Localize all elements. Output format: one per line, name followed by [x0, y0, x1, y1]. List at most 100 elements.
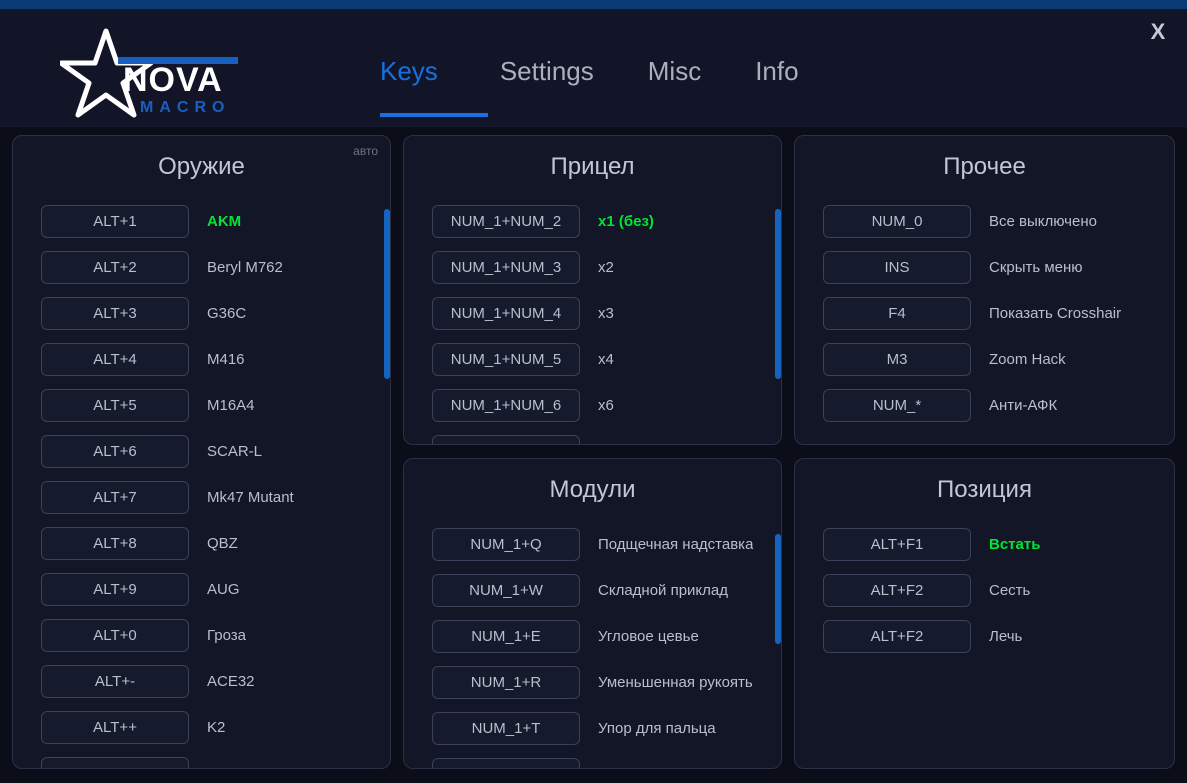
svg-text:MACRO: MACRO — [140, 99, 230, 116]
panel-title-position: Позиция — [795, 476, 1174, 504]
keybind-row: ALT+F1Встать — [823, 521, 1174, 567]
scrollbar-weapons[interactable] — [384, 209, 390, 379]
panel-title-other: Прочее — [795, 153, 1174, 181]
app-header: NOVA MACRO Keys Settings Misc Info X — [0, 9, 1187, 127]
keybind-row: NUM_* Анти-АФК — [823, 382, 1174, 428]
keybind-row: NUM_1+NUM_2x1 (без) — [432, 198, 781, 244]
keybind-label: ACE32 — [207, 673, 255, 690]
keybind-button[interactable]: NUM_1+E — [432, 620, 580, 653]
keybind-label: Mk47 Mutant — [207, 489, 294, 506]
keybind-row: NUM_1+NUM_3x2 — [432, 244, 781, 290]
keybind-button[interactable]: ALT+- — [41, 665, 189, 698]
keybind-button[interactable]: ALT+F1 — [823, 528, 971, 561]
keybind-button[interactable]: ALT+9 — [41, 573, 189, 606]
keybind-row: F4Показать Crosshair — [823, 290, 1174, 336]
keybind-button[interactable]: ALT+F2 — [823, 620, 971, 653]
tab-keys[interactable]: Keys — [380, 56, 438, 87]
keybind-button[interactable]: NUM_1+Q — [432, 528, 580, 561]
svg-text:NOVA: NOVA — [123, 61, 223, 99]
keybind-button[interactable] — [432, 435, 580, 446]
keybind-label: QBZ — [207, 535, 238, 552]
keybind-row: NUM_1+NUM_5 x4 — [432, 336, 781, 382]
keybind-label: x4 — [598, 351, 614, 368]
keybind-row: ALT+5 M16A4 — [41, 382, 390, 428]
tab-settings[interactable]: Settings — [500, 56, 594, 87]
keybind-label: Анти-АФК — [989, 397, 1057, 414]
keybind-label: Подщечная надставка — [598, 536, 753, 553]
keybind-row: NUM_1+R Уменьшенная рукоять — [432, 659, 781, 705]
keybind-row: NUM_1+NUM_4x3 — [432, 290, 781, 336]
keybind-label: M16A4 — [207, 397, 255, 414]
keybind-button[interactable]: ALT+2 — [41, 251, 189, 284]
keybind-row: ALT+4 M416 — [41, 336, 390, 382]
keybind-button[interactable]: ALT+F2 — [823, 574, 971, 607]
keybind-row: ALT+F2Лечь — [823, 613, 1174, 659]
keybind-button[interactable]: ALT+1 — [41, 205, 189, 238]
tab-info[interactable]: Info — [755, 56, 798, 87]
keybind-button[interactable]: ALT+6 — [41, 435, 189, 468]
panel-title-scope: Прицел — [404, 153, 781, 181]
keybind-button[interactable]: NUM_1+T — [432, 712, 580, 745]
scrollbar-modules[interactable] — [775, 534, 781, 644]
keybind-label: Уменьшенная рукоять — [598, 674, 753, 691]
keybind-button[interactable]: ALT+8 — [41, 527, 189, 560]
keybind-label: Zoom Hack — [989, 351, 1066, 368]
keybind-button[interactable]: NUM_1+NUM_6 — [432, 389, 580, 422]
keybind-button[interactable]: ALT+7 — [41, 481, 189, 514]
keybind-label: x6 — [598, 397, 614, 414]
position-rows: ALT+F1ВстатьALT+F2СестьALT+F2Лечь — [795, 521, 1174, 659]
keybind-button[interactable]: NUM_1+W — [432, 574, 580, 607]
keybind-button[interactable]: NUM_1+NUM_4 — [432, 297, 580, 330]
keybind-row: ALT+1AKM — [41, 198, 390, 244]
keybind-row: NUM_1+E Угловое цевье — [432, 613, 781, 659]
keybind-label: Все выключено — [989, 213, 1097, 230]
panel-other: Прочее NUM_0Все выключеноINSСкрыть менюF… — [794, 135, 1175, 445]
panels-container: авто Оружие ALT+1AKMALT+2Beryl M762ALT+3… — [12, 135, 1175, 769]
keybind-button[interactable]: M3 — [823, 343, 971, 376]
keybind-row: INSСкрыть меню — [823, 244, 1174, 290]
keybind-button[interactable] — [432, 758, 580, 770]
keybind-row: ALT+9 AUG — [41, 566, 390, 612]
keybind-button[interactable]: NUM_* — [823, 389, 971, 422]
keybind-button[interactable]: ALT+0 — [41, 619, 189, 652]
keybind-row — [432, 751, 781, 769]
modules-rows: NUM_1+QПодщечная надставкаNUM_1+WСкладно… — [404, 521, 781, 769]
panel-weapons: авто Оружие ALT+1AKMALT+2Beryl M762ALT+3… — [12, 135, 391, 769]
scope-rows: NUM_1+NUM_2x1 (без)NUM_1+NUM_3x2NUM_1+NU… — [404, 198, 781, 445]
keybind-button[interactable]: NUM_1+NUM_2 — [432, 205, 580, 238]
keybind-label: K2 — [207, 719, 225, 736]
keybind-row: ALT+8 QBZ — [41, 520, 390, 566]
keybind-button[interactable]: NUM_1+NUM_5 — [432, 343, 580, 376]
keybind-label: Гроза — [207, 627, 246, 644]
keybind-button[interactable]: ALT++ — [41, 711, 189, 744]
keybind-row — [432, 428, 781, 445]
keybind-label: AUG — [207, 581, 240, 598]
title-bar-strip — [0, 0, 1187, 9]
panel-title-weapons: Оружие — [13, 153, 390, 181]
keybind-row: ALT+- ACE32 — [41, 658, 390, 704]
keybind-label: Угловое цевье — [598, 628, 699, 645]
keybind-row: ALT+7 Mk47 Mutant — [41, 474, 390, 520]
keybind-button[interactable]: INS — [823, 251, 971, 284]
keybind-button[interactable]: F4 — [823, 297, 971, 330]
keybind-label: G36C — [207, 305, 246, 322]
active-tab-indicator — [380, 113, 488, 117]
keybind-row — [41, 750, 390, 769]
keybind-button[interactable]: NUM_1+R — [432, 666, 580, 699]
tab-misc[interactable]: Misc — [648, 56, 701, 87]
keybind-label: M416 — [207, 351, 245, 368]
other-rows: NUM_0 Все выключено INSСкрыть менюF4Показа… — [795, 198, 1174, 428]
weapons-auto-note: авто — [353, 144, 378, 158]
keybind-button[interactable]: ALT+5 — [41, 389, 189, 422]
close-icon[interactable]: X — [1143, 17, 1173, 47]
keybind-button[interactable]: NUM_0 — [823, 205, 971, 238]
keybind-row: ALT++ K2 — [41, 704, 390, 750]
keybind-button[interactable]: NUM_1+NUM_3 — [432, 251, 580, 284]
keybind-row: ALT+3 G36C — [41, 290, 390, 336]
scrollbar-scope[interactable] — [775, 209, 781, 379]
panel-scope: Прицел NUM_1+NUM_2x1 (без)NUM_1+NUM_3x2N… — [403, 135, 782, 445]
keybind-button[interactable]: ALT+4 — [41, 343, 189, 376]
keybind-button[interactable] — [41, 757, 189, 770]
keybind-button[interactable]: ALT+3 — [41, 297, 189, 330]
panel-title-modules: Модули — [404, 476, 781, 504]
